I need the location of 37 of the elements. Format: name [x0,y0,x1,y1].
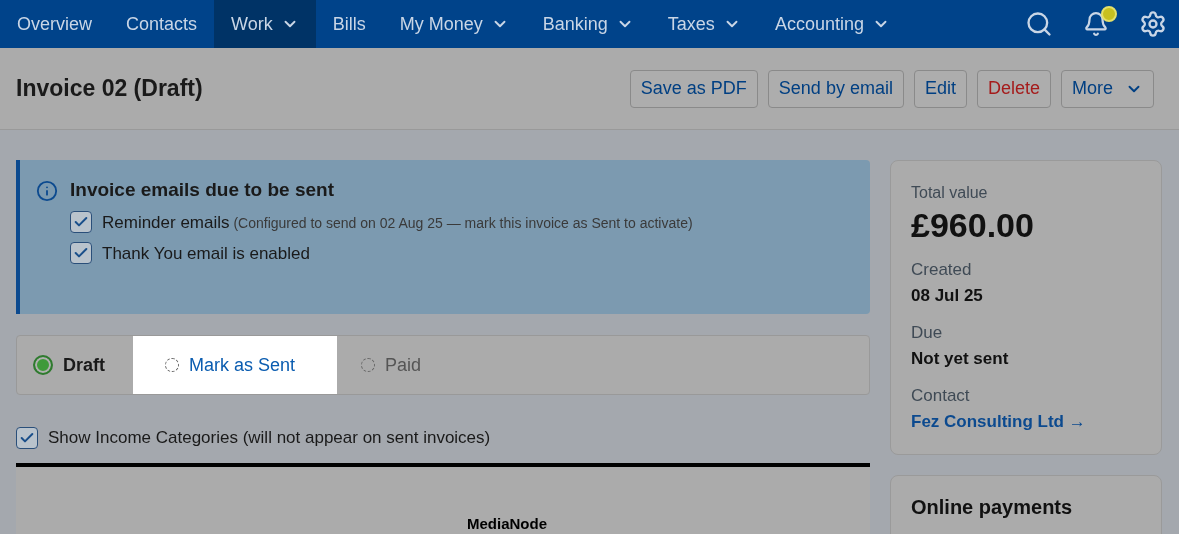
action-button[interactable]: Edit [913,69,967,108]
nav-tab[interactable]: Work [214,0,316,48]
nav-tab[interactable]: My Money [382,0,526,48]
page-title: Invoice 02 (Draft) [16,74,203,104]
checkbox[interactable] [70,241,92,264]
total-label: Total value [911,183,989,203]
notice-title: Invoice emails due to be sent [70,178,335,202]
checkbox[interactable] [16,426,38,449]
checkbox-label: Show Income Categories (will not appear on sent invoices) [48,427,491,449]
nav-tab[interactable]: Accounting [757,0,907,48]
field-value: 08 Jul 25 [911,284,984,307]
stepper-step[interactable]: Draft [17,336,133,394]
contact-link[interactable]: Fez Consulting Ltd → [911,408,1141,434]
action-button[interactable]: Send by email [767,69,904,108]
company-name: MediaNode [467,513,547,534]
action-button[interactable]: Delete [976,69,1051,108]
nav-tab[interactable]: Taxes [650,0,758,48]
info-icon [36,180,58,202]
field-label: Due [911,322,944,344]
nav-tab[interactable]: Banking [525,0,651,48]
checkbox[interactable] [70,210,92,233]
notification-bell-icon[interactable] [1083,11,1109,37]
field-value: Not yet sent [911,347,1010,370]
total-value: £960.00 [911,205,1035,245]
nav-tab[interactable]: Contacts [109,0,215,48]
stepper-step[interactable]: Mark as Sent [133,336,337,394]
field-label: Created [911,259,973,281]
action-button[interactable]: Save as PDF [629,69,758,108]
option-label: Reminder emails (Configured to send on 02 Aug 25 — mark this invoice as Sent to activate) [102,211,694,234]
nav-tab[interactable]: Overview [0,0,109,48]
option-label: Thank You email is enabled [102,242,311,265]
search-icon[interactable] [1025,10,1053,38]
settings-icon[interactable] [1139,10,1167,38]
nav-tab[interactable]: Bills [315,0,383,48]
action-button[interactable]: More [1061,69,1154,108]
card-title: Online payments [911,496,1073,518]
field-label: Contact [911,385,971,407]
